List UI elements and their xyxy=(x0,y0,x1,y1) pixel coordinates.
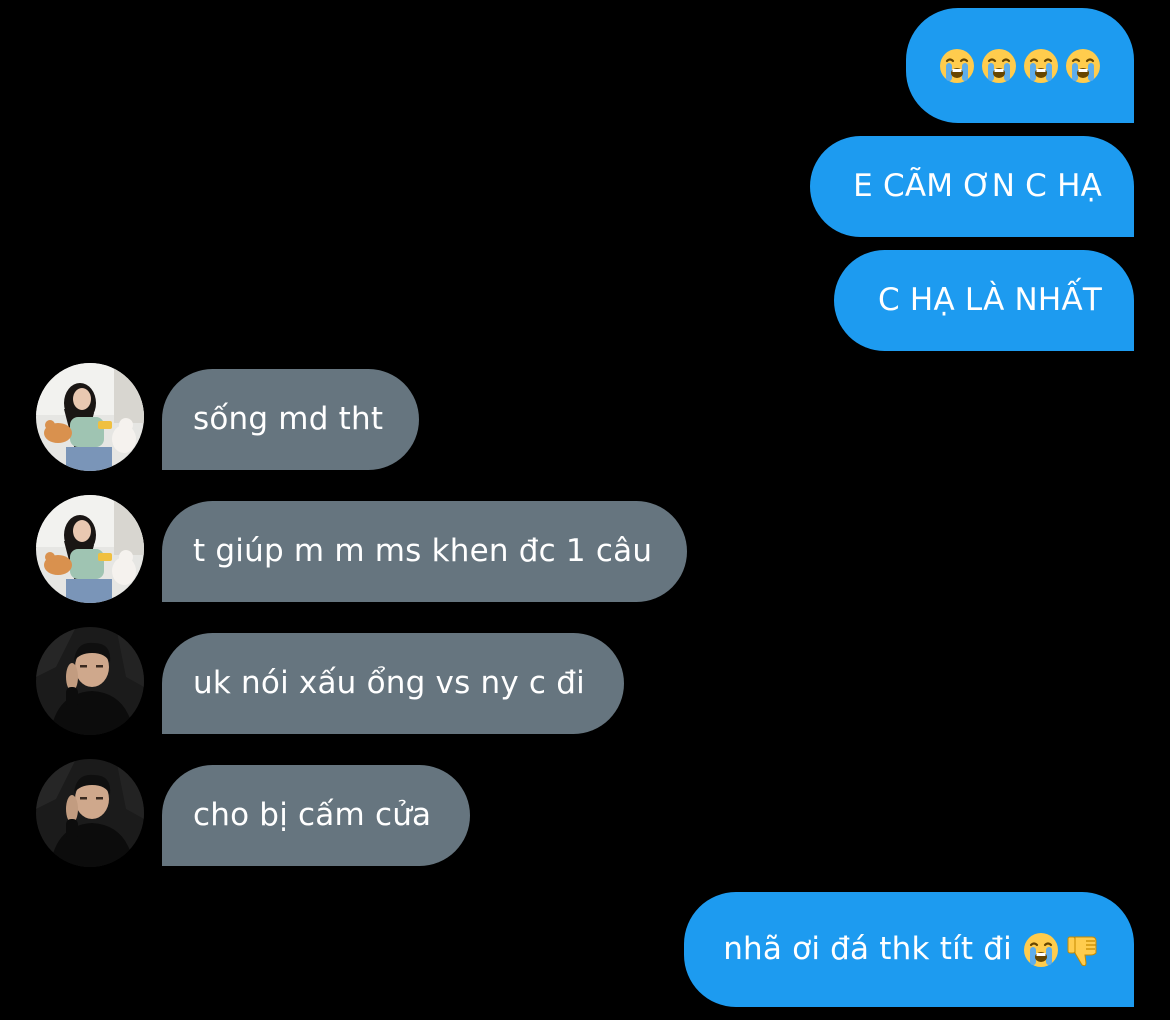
loudly-crying-face-icon xyxy=(1022,47,1060,85)
girl-with-cats-avatar[interactable] xyxy=(36,495,144,603)
loudly-crying-face-icon xyxy=(1064,47,1102,85)
outgoing-message-bubble[interactable]: E CÃM ƠN C HẠ xyxy=(810,136,1134,237)
girl-with-cats-avatar[interactable] xyxy=(36,363,144,471)
message-text: t giúp m m ms khen đc 1 câu xyxy=(193,533,653,569)
message-text: cho bị cấm cửa xyxy=(193,797,432,833)
incoming-message-bubble[interactable]: sống md tht xyxy=(162,369,419,470)
thumbs-down-icon xyxy=(1064,931,1102,969)
outgoing-message-bubble[interactable]: C HẠ LÀ NHẤT xyxy=(834,250,1134,351)
outgoing-message-bubble[interactable] xyxy=(906,8,1134,123)
incoming-message-bubble[interactable]: uk nói xấu ổng vs ny c đi xyxy=(162,633,624,734)
man-in-black-avatar[interactable] xyxy=(36,759,144,867)
message-text: E CÃM ƠN C HẠ xyxy=(853,168,1102,204)
message-text: C HẠ LÀ NHẤT xyxy=(878,282,1102,318)
emoji-row xyxy=(938,47,1102,85)
emoji-trail xyxy=(1022,931,1102,969)
man-in-black-avatar[interactable] xyxy=(36,627,144,735)
incoming-message-bubble[interactable]: cho bị cấm cửa xyxy=(162,765,470,866)
message-text: uk nói xấu ổng vs ny c đi xyxy=(193,665,585,701)
loudly-crying-face-icon xyxy=(980,47,1018,85)
message-text: sống md tht xyxy=(193,401,384,437)
loudly-crying-face-icon xyxy=(938,47,976,85)
loudly-crying-face-icon xyxy=(1022,931,1060,969)
outgoing-message-bubble[interactable]: nhã ơi đá thk tít đi xyxy=(684,892,1134,1007)
incoming-message-bubble[interactable]: t giúp m m ms khen đc 1 câu xyxy=(162,501,687,602)
message-text: nhã ơi đá thk tít đi xyxy=(723,931,1012,967)
